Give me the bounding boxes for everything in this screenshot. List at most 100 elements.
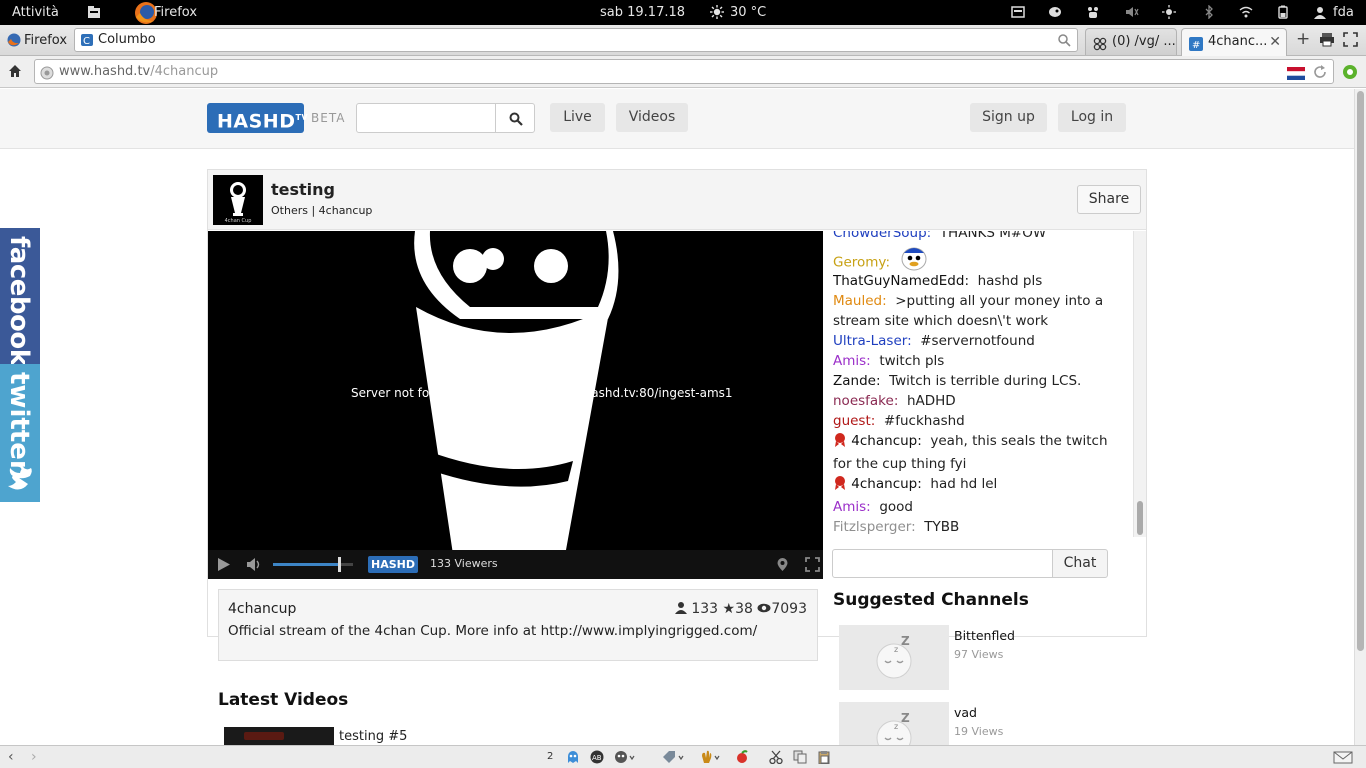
- suggested-channel-thumbnail[interactable]: Z z: [839, 625, 949, 690]
- new-tab-icon[interactable]: +: [1296, 31, 1310, 48]
- print-icon[interactable]: [1319, 32, 1335, 51]
- chat-user[interactable]: ChowderSoup:: [833, 231, 931, 241]
- bluetooth-icon[interactable]: [1202, 4, 1216, 20]
- weather-temperature[interactable]: 30 °C: [730, 0, 766, 25]
- volume-slider-fill: [273, 563, 339, 566]
- hand-addon-icon[interactable]: [700, 750, 722, 764]
- video-player[interactable]: Server not found: rtmpt://ingest-ams1.ha…: [208, 231, 823, 579]
- play-icon[interactable]: [217, 557, 231, 576]
- user-name[interactable]: fda: [1333, 0, 1354, 25]
- paste-icon[interactable]: [817, 750, 831, 765]
- vg-favicon-icon: [1093, 35, 1107, 51]
- ghostery-icon[interactable]: [566, 750, 580, 764]
- files-icon[interactable]: [87, 5, 101, 19]
- wifi-icon[interactable]: [1239, 5, 1253, 19]
- copy-icon[interactable]: [793, 750, 807, 764]
- tab-4chancup[interactable]: # 4chanc... ✕: [1181, 28, 1287, 56]
- channel-category[interactable]: Others: [271, 204, 308, 217]
- addon-toolbar-icon[interactable]: [1342, 64, 1358, 84]
- addon-count-badge: 2: [547, 751, 554, 762]
- user-menu-icon[interactable]: [1313, 5, 1327, 19]
- share-button[interactable]: Share: [1077, 185, 1141, 214]
- chat-send-button[interactable]: Chat: [1052, 549, 1108, 578]
- chat-user[interactable]: Amis:: [833, 499, 871, 515]
- video-thumbnail[interactable]: [224, 727, 334, 745]
- player-logo[interactable]: HASHD: [368, 556, 418, 573]
- chat-status-icon[interactable]: [1048, 5, 1062, 19]
- mail-notification-icon[interactable]: [1333, 750, 1353, 764]
- active-app-name[interactable]: Firefox: [154, 0, 197, 25]
- player-fullscreen-icon[interactable]: [805, 557, 820, 576]
- brightness-icon[interactable]: [1162, 5, 1176, 19]
- url-bar[interactable]: www.hashd.tv/4chancup: [34, 59, 1334, 84]
- facebook-label: facebook: [4, 236, 34, 364]
- chat-message: 4chancup: had hd lel: [833, 474, 1123, 497]
- window-list-icon[interactable]: [1011, 5, 1025, 19]
- chat-user[interactable]: 4chancup:: [851, 433, 922, 449]
- chat-user[interactable]: 4chancup:: [851, 476, 922, 492]
- chat-user[interactable]: Mauled:: [833, 293, 887, 309]
- chat-user[interactable]: Geromy:: [833, 255, 890, 271]
- site-identity-icon[interactable]: [40, 65, 54, 88]
- flashgot-icon[interactable]: [735, 750, 749, 764]
- firefox-menu-button[interactable]: Firefox: [4, 30, 70, 51]
- suggested-channel-thumbnail[interactable]: Z z: [839, 702, 949, 745]
- site-logo[interactable]: HASHDTV: [207, 103, 308, 133]
- chat-log[interactable]: ChowderSoup: THANKS M#OW Geromy: ThatGuy…: [833, 231, 1133, 537]
- chat-user[interactable]: Ultra-Laser:: [833, 333, 912, 349]
- adblock-icon[interactable]: AB: [590, 750, 604, 764]
- signup-button[interactable]: Sign up: [970, 103, 1047, 132]
- search-bar[interactable]: C Columbo: [74, 28, 1078, 52]
- chat-message: Ultra-Laser: #servernotfound: [833, 331, 1123, 351]
- chat-user[interactable]: Zande:: [833, 373, 881, 389]
- volume-icon[interactable]: [246, 557, 262, 576]
- volume-muted-icon[interactable]: [1125, 5, 1139, 19]
- video-title[interactable]: testing #5: [339, 729, 407, 744]
- channel-name-link[interactable]: 4chancup: [319, 204, 373, 217]
- page-scrollbar-thumb[interactable]: [1357, 91, 1364, 651]
- nav-live-button[interactable]: Live: [550, 103, 605, 132]
- site-search-input[interactable]: [356, 103, 496, 133]
- facebook-share-tab[interactable]: facebook: [0, 228, 40, 364]
- svg-text:C: C: [83, 36, 90, 47]
- chat-user[interactable]: Fitzlsperger:: [833, 519, 916, 535]
- login-button[interactable]: Log in: [1058, 103, 1126, 132]
- greasemonkey-icon[interactable]: [614, 750, 636, 764]
- search-magnifier-icon[interactable]: [1057, 33, 1071, 51]
- volume-slider-handle[interactable]: [337, 557, 341, 572]
- channel-info-box: 4chancup 133 ★38 7093 Official stream of…: [218, 589, 818, 661]
- tag-addon-icon[interactable]: [662, 750, 686, 764]
- page-scrollbar[interactable]: [1354, 89, 1366, 745]
- forward-arrow-icon[interactable]: ›: [31, 749, 37, 765]
- cut-icon[interactable]: [769, 750, 783, 765]
- chat-user[interactable]: Amis:: [833, 353, 871, 369]
- accessibility-icon[interactable]: [1086, 5, 1100, 19]
- location-pin-icon[interactable]: [776, 557, 789, 576]
- back-arrow-icon[interactable]: ‹: [8, 749, 14, 765]
- fullscreen-icon[interactable]: [1343, 32, 1358, 51]
- suggested-channel-name[interactable]: Bittenfled: [954, 628, 1015, 643]
- channel-owner[interactable]: 4chancup: [228, 601, 296, 617]
- beta-label: BETA: [311, 111, 346, 125]
- clock[interactable]: sab 19.17.18: [600, 0, 685, 25]
- channel-avatar[interactable]: 4chan Cup: [213, 175, 263, 225]
- channel-title: testing: [271, 180, 335, 199]
- chat-input[interactable]: [832, 549, 1054, 578]
- site-search-button[interactable]: [495, 103, 535, 133]
- tab-vg[interactable]: (0) /vg/ ...: [1085, 28, 1177, 55]
- reload-icon[interactable]: [1313, 64, 1327, 87]
- volume-slider[interactable]: [273, 557, 353, 572]
- chat-user[interactable]: guest:: [833, 413, 875, 429]
- chat-scrollbar-thumb[interactable]: [1137, 501, 1143, 535]
- twitter-share-tab[interactable]: twitter: [0, 364, 40, 502]
- chat-scrollbar[interactable]: [1133, 231, 1146, 537]
- suggested-channel-name[interactable]: vad: [954, 705, 977, 720]
- close-tab-icon[interactable]: ✕: [1269, 29, 1281, 55]
- chat-user[interactable]: noesfake:: [833, 393, 898, 409]
- nav-videos-button[interactable]: Videos: [616, 103, 688, 132]
- activities-button[interactable]: Attività: [12, 0, 59, 25]
- battery-icon[interactable]: [1276, 5, 1290, 19]
- chat-user[interactable]: ThatGuyNamedEdd:: [833, 273, 969, 289]
- language-flag-icon[interactable]: [1287, 65, 1305, 88]
- home-icon[interactable]: [8, 64, 22, 82]
